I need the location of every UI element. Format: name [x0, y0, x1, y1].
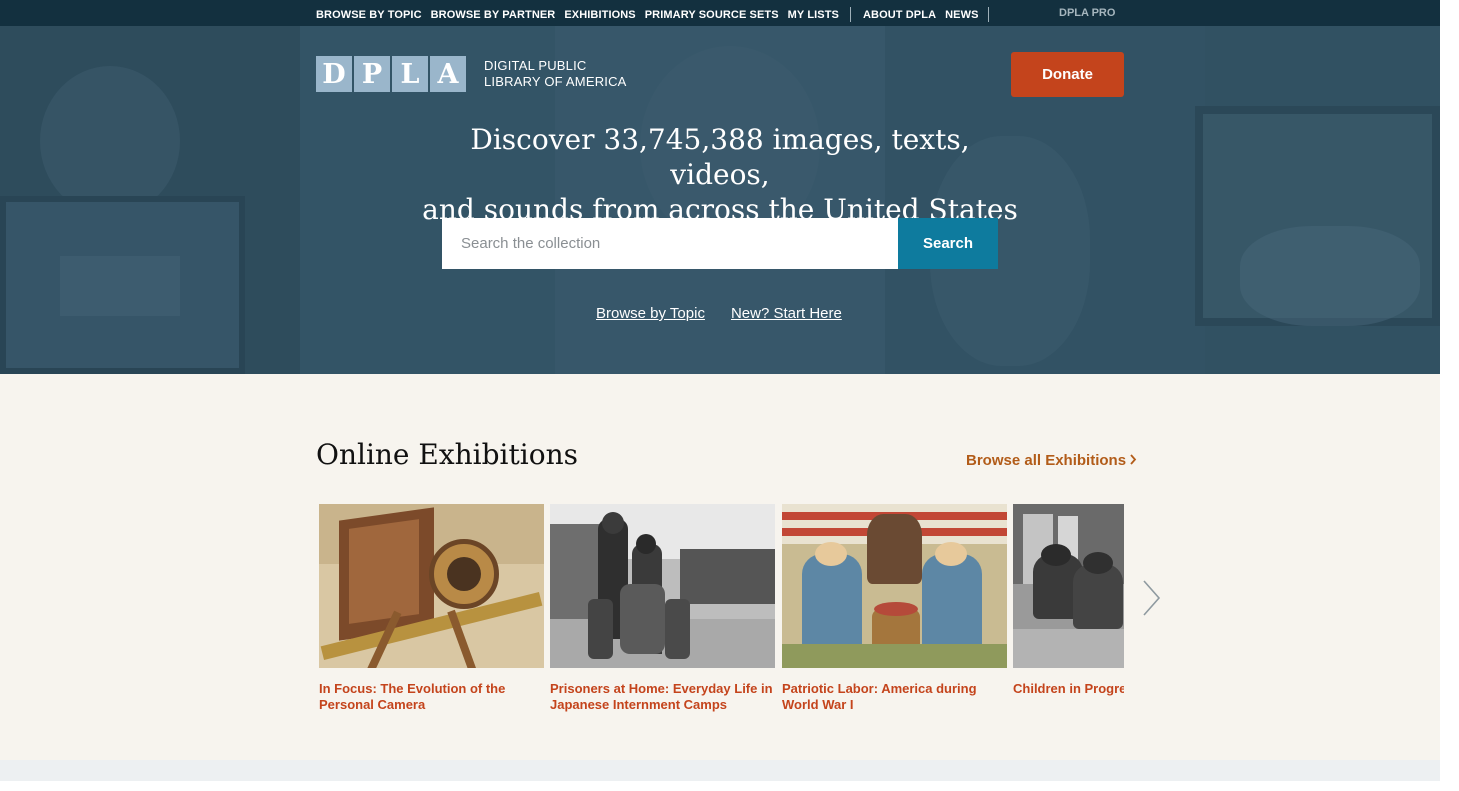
top-nav: BROWSE BY TOPIC BROWSE BY PARTNER EXHIBI… [0, 0, 1440, 26]
hero-banner: D P L A DIGITAL PUBLIC LIBRARY OF AMERIC… [0, 26, 1440, 374]
section-title: Online Exhibitions [316, 438, 578, 471]
exhibitions-carousel: In Focus: The Evolution of the Personal … [319, 504, 1124, 724]
nav-my-lists[interactable]: MY LISTS [788, 9, 839, 21]
new-start-here-link[interactable]: New? Start Here [731, 305, 842, 322]
search-input[interactable] [442, 218, 898, 269]
nav-divider [987, 7, 989, 22]
nav-exhibitions[interactable]: EXHIBITIONS [564, 9, 635, 21]
exhibition-caption[interactable]: Children in Progressive-Era America [1013, 681, 1124, 697]
carousel-next-button[interactable] [1140, 578, 1164, 618]
logo-letter: A [430, 56, 466, 92]
page: BROWSE BY TOPIC BROWSE BY PARTNER EXHIBI… [0, 0, 1440, 791]
logo-letter: P [354, 56, 390, 92]
browse-by-topic-link[interactable]: Browse by Topic [596, 305, 705, 322]
nav-primary-source-sets[interactable]: PRIMARY SOURCE SETS [645, 9, 779, 21]
chevron-right-icon [1129, 452, 1137, 469]
exhibition-card[interactable]: Patriotic Labor: America during World Wa… [782, 504, 1007, 713]
chevron-right-icon [1140, 580, 1164, 622]
logo-wordmark: DIGITAL PUBLIC LIBRARY OF AMERICA [484, 58, 627, 89]
exhibition-thumbnail[interactable] [550, 504, 775, 668]
exhibition-card[interactable]: Children in Progressive-Era America [1013, 504, 1124, 697]
top-nav-links: BROWSE BY TOPIC BROWSE BY PARTNER EXHIBI… [316, 7, 1001, 22]
nav-about-dpla[interactable]: ABOUT DPLA [863, 9, 936, 21]
exhibition-caption[interactable]: Patriotic Labor: America during World Wa… [782, 681, 1007, 713]
hero-headline-line: Discover 33,745,388 images, texts, video… [470, 123, 970, 191]
dpla-logo[interactable]: D P L A DIGITAL PUBLIC LIBRARY OF AMERIC… [316, 56, 634, 92]
exhibition-caption[interactable]: Prisoners at Home: Everyday Life in Japa… [550, 681, 775, 713]
browse-all-exhibitions-link[interactable]: Browse all Exhibitions [966, 452, 1137, 469]
online-exhibitions-section: Online Exhibitions Browse all Exhibition… [0, 374, 1440, 760]
nav-news[interactable]: NEWS [945, 9, 978, 21]
logo-letter: D [316, 56, 352, 92]
hero-headline: Discover 33,745,388 images, texts, video… [420, 122, 1020, 227]
exhibition-thumbnail[interactable] [1013, 504, 1124, 668]
donate-button[interactable]: Donate [1011, 52, 1124, 97]
nav-dpla-pro[interactable]: DPLA PRO [1059, 7, 1115, 19]
logo-letter: L [392, 56, 428, 92]
nav-browse-by-partner[interactable]: BROWSE BY PARTNER [431, 9, 556, 21]
search-button[interactable]: Search [898, 218, 998, 269]
exhibition-thumbnail[interactable] [782, 504, 1007, 668]
nav-divider [850, 7, 851, 22]
exhibition-caption[interactable]: In Focus: The Evolution of the Personal … [319, 681, 544, 713]
exhibition-card[interactable]: Prisoners at Home: Everyday Life in Japa… [550, 504, 775, 713]
nav-browse-by-topic[interactable]: BROWSE BY TOPIC [316, 9, 422, 21]
browse-all-label: Browse all Exhibitions [966, 452, 1127, 469]
next-section-strip [0, 760, 1440, 781]
exhibition-card[interactable]: In Focus: The Evolution of the Personal … [319, 504, 544, 713]
dpla-logo-mark: D P L A [316, 56, 466, 92]
hero-links: Browse by Topic New? Start Here [596, 305, 868, 322]
exhibition-thumbnail[interactable] [319, 504, 544, 668]
